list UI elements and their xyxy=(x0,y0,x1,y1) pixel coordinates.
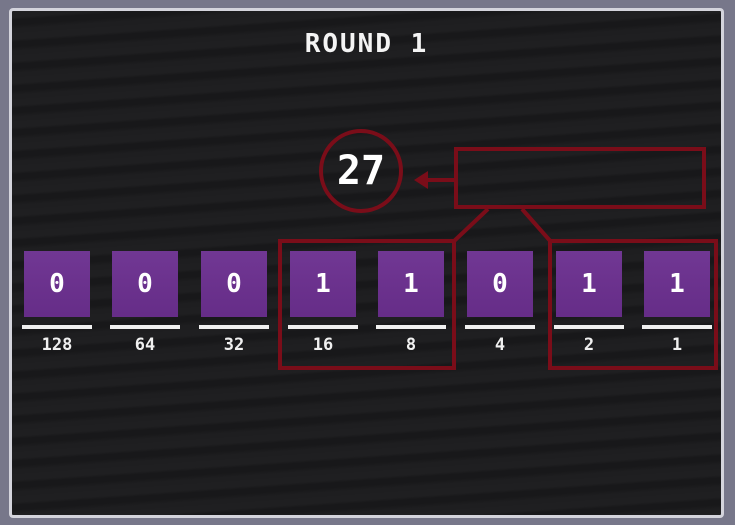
bit-underline xyxy=(199,325,269,329)
bit-underline xyxy=(554,325,624,329)
bit-tile[interactable]: 0 xyxy=(112,251,178,317)
bit-weight-label: 4 xyxy=(494,335,506,355)
bit-64: 0 64 xyxy=(110,251,180,355)
connector-right xyxy=(520,207,554,245)
bit-weight-label: 16 xyxy=(312,335,334,355)
connector-left xyxy=(450,207,490,245)
bit-weight-label: 8 xyxy=(405,335,417,355)
bit-underline xyxy=(465,325,535,329)
bit-4: 0 4 xyxy=(465,251,535,355)
bit-tile[interactable]: 1 xyxy=(556,251,622,317)
bit-weight-label: 32 xyxy=(223,335,245,355)
bit-weight-label: 128 xyxy=(41,335,73,355)
bit-32: 0 32 xyxy=(199,251,269,355)
bit-tile[interactable]: 1 xyxy=(290,251,356,317)
bit-8: 1 8 xyxy=(376,251,446,355)
bit-weight-label: 2 xyxy=(583,335,595,355)
arrow-shaft xyxy=(426,178,456,182)
bit-underline xyxy=(110,325,180,329)
bit-weight-label: 64 xyxy=(134,335,156,355)
bit-underline xyxy=(22,325,92,329)
bit-underline xyxy=(288,325,358,329)
bit-weight-label: 1 xyxy=(671,335,683,355)
bit-underline xyxy=(376,325,446,329)
bit-tile[interactable]: 1 xyxy=(378,251,444,317)
game-screen: ROUND 1 27 0 128 0 64 0 32 1 16 1 8 0 4 … xyxy=(9,8,724,518)
game-frame: ROUND 1 27 0 128 0 64 0 32 1 16 1 8 0 4 … xyxy=(0,0,735,525)
round-title: ROUND 1 xyxy=(304,29,429,59)
answer-box[interactable] xyxy=(454,147,706,209)
bit-1: 1 1 xyxy=(642,251,712,355)
bit-underline xyxy=(642,325,712,329)
bit-2: 1 2 xyxy=(554,251,624,355)
bit-128: 0 128 xyxy=(22,251,92,355)
bit-tile[interactable]: 0 xyxy=(24,251,90,317)
bit-tile[interactable]: 1 xyxy=(644,251,710,317)
bit-tile[interactable]: 0 xyxy=(201,251,267,317)
bit-16: 1 16 xyxy=(288,251,358,355)
target-number-circle: 27 xyxy=(319,129,403,213)
bit-tile[interactable]: 0 xyxy=(467,251,533,317)
